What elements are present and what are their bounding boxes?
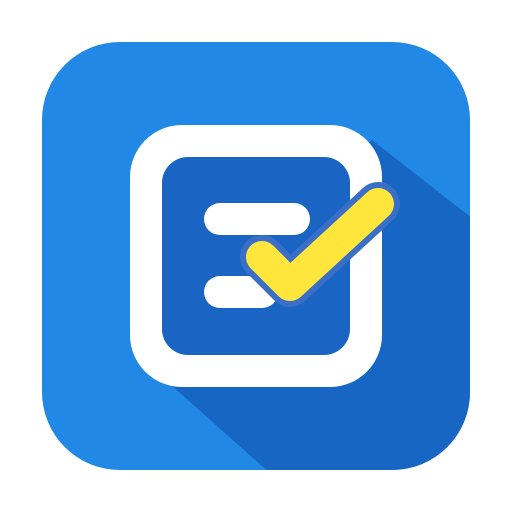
text-line-top xyxy=(204,203,310,235)
checklist-app-icon xyxy=(42,42,470,470)
icon-stage xyxy=(0,0,512,512)
